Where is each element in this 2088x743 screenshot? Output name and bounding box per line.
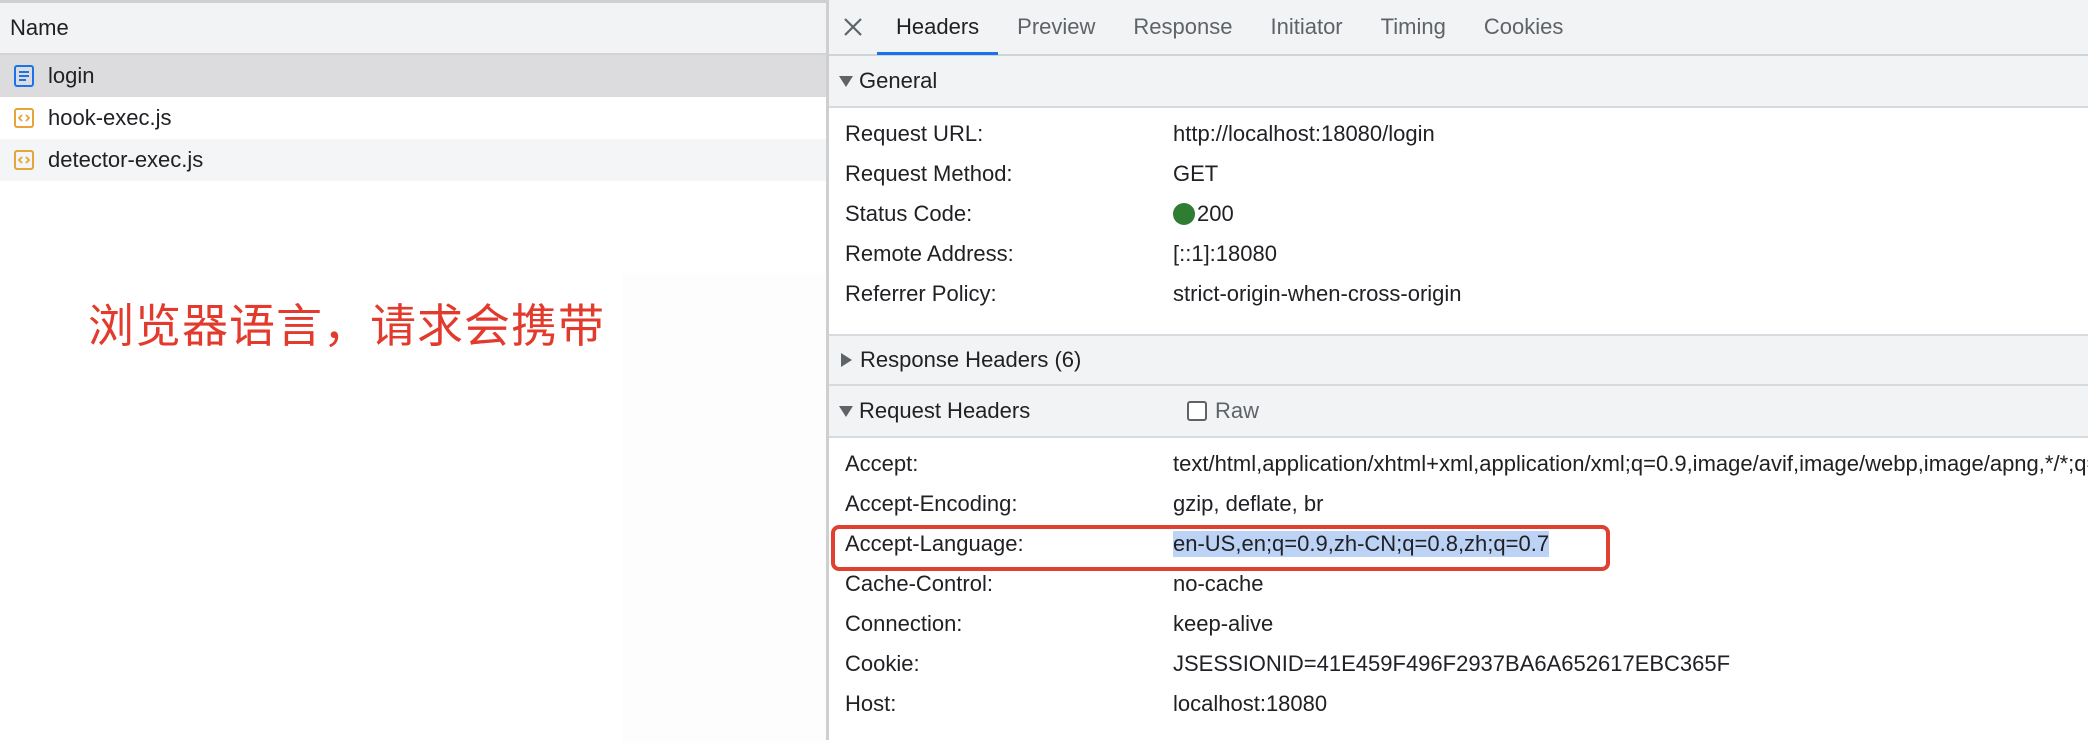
request-header-row: Cookie: JSESSIONID=41E459F496F2937BA6A65…: [829, 644, 2088, 684]
tab-timing[interactable]: Timing: [1362, 0, 1465, 54]
request-headers-section-header[interactable]: Request Headers Raw: [829, 386, 2088, 438]
header-key: Host:: [845, 691, 897, 716]
request-header-row: Host: localhost:18080: [829, 684, 2088, 724]
header-key: Referrer Policy:: [845, 281, 997, 306]
name-column-header[interactable]: Name: [0, 3, 826, 55]
header-value[interactable]: GET: [1173, 161, 1218, 187]
script-icon: [12, 148, 36, 172]
file-name: hook-exec.js: [48, 105, 172, 130]
general-section-header[interactable]: General: [829, 56, 2088, 108]
accept-language-value[interactable]: en-US,en;q=0.9,zh-CN;q=0.8,zh;q=0.7: [1173, 531, 1550, 557]
header-key: Remote Address:: [845, 241, 1014, 266]
header-key: Accept:: [845, 451, 919, 476]
status-code: 200: [1197, 201, 1234, 226]
header-key: Accept-Encoding:: [845, 491, 1018, 516]
network-request-list: Name login hook-exec.js detector-exec.js…: [0, 0, 826, 743]
header-value[interactable]: JSESSIONID=41E459F496F2937BA6A652617EBC3…: [1173, 651, 1730, 677]
general-row: Request Method: GET: [829, 154, 2088, 194]
triangle-down-icon: [839, 75, 853, 87]
tab-headers[interactable]: Headers: [877, 0, 999, 55]
general-row: Referrer Policy: strict-origin-when-cros…: [829, 274, 2088, 314]
header-value[interactable]: strict-origin-when-cross-origin: [1173, 281, 1462, 307]
list-item-hook-exec[interactable]: hook-exec.js: [0, 97, 826, 139]
close-icon[interactable]: [829, 0, 877, 54]
header-key: Accept-Language:: [845, 531, 1024, 556]
header-value[interactable]: http://localhost:18080/login: [1173, 121, 1435, 147]
response-headers-section-header[interactable]: Response Headers (6): [829, 334, 2088, 386]
name-column-label: Name: [10, 15, 69, 40]
tab-initiator[interactable]: Initiator: [1251, 0, 1361, 54]
list-item-detector-exec[interactable]: detector-exec.js: [0, 139, 826, 181]
header-value[interactable]: gzip, deflate, br: [1173, 491, 1323, 517]
details-tab-bar: Headers Preview Response Initiator Timin…: [829, 0, 2088, 56]
general-row: Remote Address: [::1]:18080: [829, 234, 2088, 274]
tab-preview[interactable]: Preview: [998, 0, 1114, 54]
request-headers-section: Accept: text/html,application/xhtml+xml,…: [829, 438, 2088, 730]
section-title: Request Headers: [859, 398, 1031, 423]
general-row: Request URL: http://localhost:18080/logi…: [829, 114, 2088, 154]
header-value[interactable]: text/html,application/xhtml+xml,applicat…: [1173, 451, 2088, 477]
request-details-pane: Headers Preview Response Initiator Timin…: [829, 0, 2088, 740]
file-name: detector-exec.js: [48, 147, 204, 172]
list-item-login[interactable]: login: [0, 55, 826, 97]
header-key: Cookie:: [845, 651, 920, 676]
header-key: Request Method:: [845, 161, 1013, 186]
status-dot-icon: [1173, 203, 1195, 225]
header-key: Connection:: [845, 611, 963, 636]
header-value[interactable]: localhost:18080: [1173, 691, 1327, 717]
status-value[interactable]: 200: [1173, 201, 1234, 227]
header-value[interactable]: no-cache: [1173, 571, 1264, 597]
document-icon: [12, 64, 36, 88]
background-panel: [622, 273, 826, 743]
script-icon: [12, 106, 36, 130]
raw-checkbox[interactable]: [1187, 401, 1207, 421]
raw-label: Raw: [1215, 398, 1260, 423]
tab-response[interactable]: Response: [1114, 0, 1251, 54]
file-name: login: [48, 63, 95, 88]
section-title: General: [859, 68, 938, 93]
header-key: Request URL:: [845, 121, 984, 146]
general-row: Status Code: 200: [829, 194, 2088, 234]
header-value[interactable]: keep-alive: [1173, 611, 1273, 637]
header-key: Status Code:: [845, 201, 973, 226]
header-key: Cache-Control:: [845, 571, 993, 596]
request-header-row: Connection: keep-alive: [829, 604, 2088, 644]
request-header-row: Accept: text/html,application/xhtml+xml,…: [829, 444, 2088, 484]
header-value[interactable]: [::1]:18080: [1173, 241, 1277, 267]
section-title: Response Headers (6): [860, 347, 1082, 372]
request-header-row: Accept-Encoding: gzip, deflate, br: [829, 484, 2088, 524]
general-section: Request URL: http://localhost:18080/logi…: [829, 108, 2088, 320]
raw-toggle[interactable]: Raw: [1187, 386, 1259, 436]
file-list: login hook-exec.js detector-exec.js: [0, 55, 826, 181]
accept-language-row: Accept-Language: en-US,en;q=0.9,zh-CN;q=…: [829, 524, 2088, 571]
request-header-row: Cache-Control: no-cache: [829, 564, 2088, 604]
triangle-down-icon: [839, 405, 853, 417]
tab-cookies[interactable]: Cookies: [1465, 0, 1582, 54]
annotation-text: 浏览器语言，请求会携带: [88, 299, 605, 353]
triangle-right-icon: [841, 353, 852, 367]
